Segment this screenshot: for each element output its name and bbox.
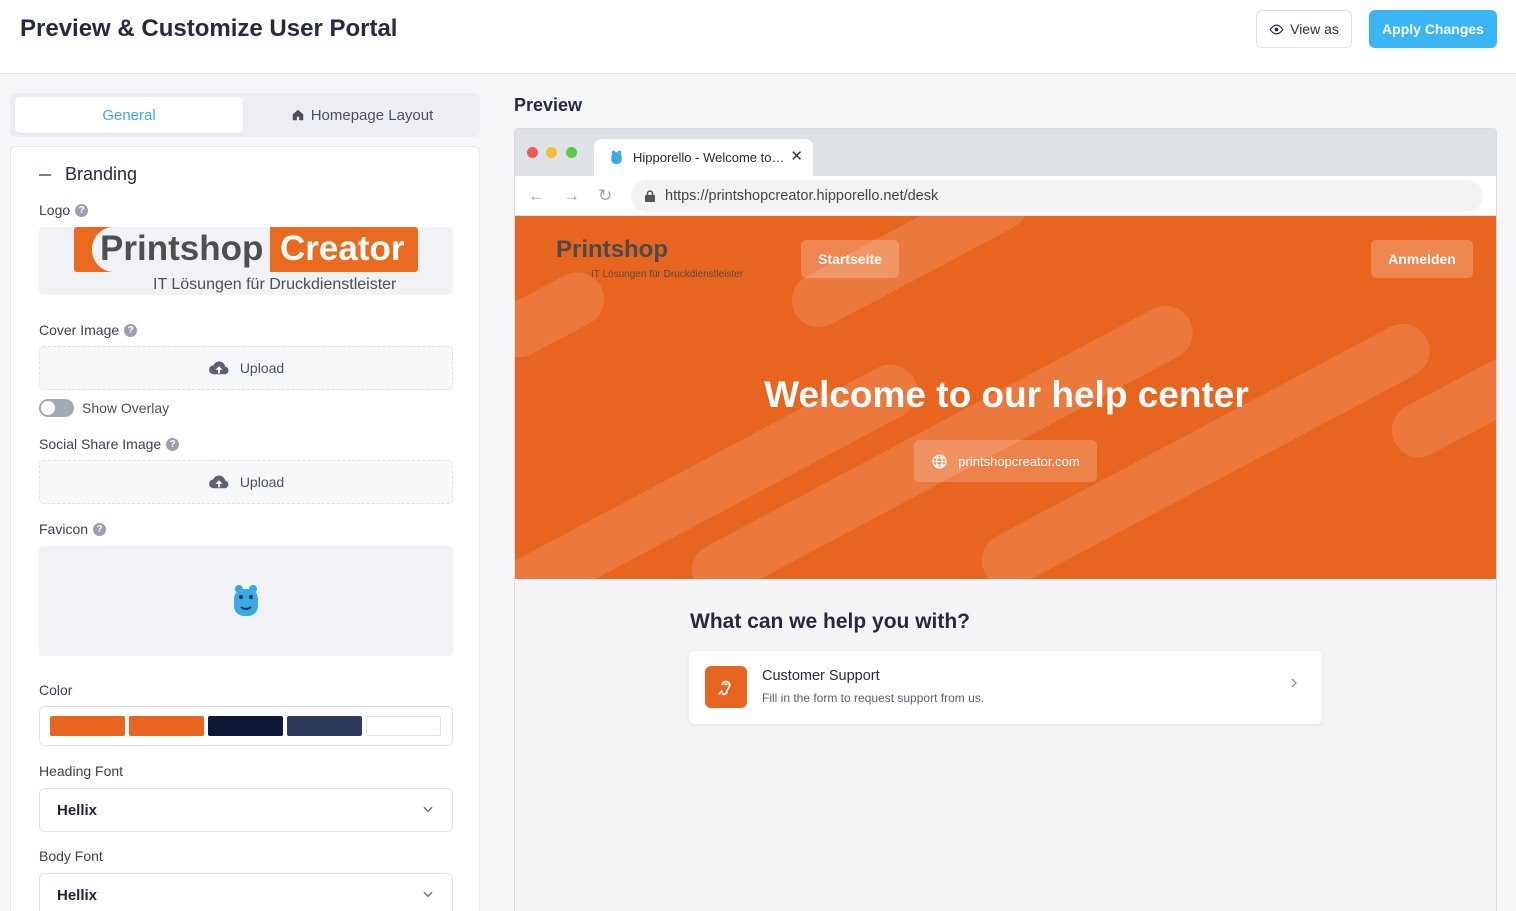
color-swatch-1[interactable] (50, 716, 125, 736)
heading-font-select[interactable]: Hellix (39, 788, 453, 832)
portal-logo-text: Printshop (556, 236, 668, 263)
favicon-label: Favicon ? (39, 521, 107, 537)
website-link[interactable]: printshopcreator.com (914, 440, 1097, 482)
apply-changes-button[interactable]: Apply Changes (1369, 10, 1497, 48)
nav-startseite-button[interactable]: Startseite (801, 240, 899, 278)
social-upload-label: Upload (239, 474, 285, 490)
globe-icon (932, 453, 947, 469)
tab-homepage-layout[interactable]: Homepage Layout (248, 97, 476, 133)
favicon-label-text: Favicon (39, 521, 89, 537)
body-font-label: Body Font (39, 848, 103, 864)
card-title: Customer Support (762, 668, 880, 684)
reload-icon: ↻ (598, 186, 613, 205)
color-swatch-3[interactable] (208, 716, 283, 736)
logo-text-printshop: Printshop (100, 229, 264, 268)
tab-general[interactable]: General (15, 97, 243, 133)
help-heading: What can we help you with? (690, 610, 971, 633)
customer-support-card[interactable]: Customer Support Fill in the form to req… (689, 651, 1322, 724)
show-overlay-label: Show Overlay (82, 400, 170, 416)
portal-hero: Printshop IT Lösungen für Druckdienstlei… (515, 216, 1496, 579)
collapse-icon (39, 173, 51, 176)
settings-tabs: General Homepage Layout (10, 93, 480, 137)
browser-tab: Hipporello - Welcome to… ✕ (594, 139, 813, 176)
color-palette (39, 706, 453, 746)
url-field: https://printshopcreator.hipporello.net/… (631, 180, 1483, 212)
logo-tagline: IT Lösungen für Druckdienstleister (153, 276, 397, 293)
lock-icon (645, 190, 655, 202)
view-as-button[interactable]: View as (1256, 10, 1352, 48)
logo-preview[interactable]: Printshop Creator IT Lösungen für Druckd… (39, 227, 453, 295)
cover-image-label: Cover Image ? (39, 322, 138, 338)
close-tab-icon: ✕ (790, 148, 803, 165)
branding-panel: Branding Logo ? Printshop Creator IT Lös… (10, 146, 480, 911)
browser-tab-bar: Hipporello - Welcome to… ✕ (515, 129, 1496, 176)
color-swatch-4[interactable] (287, 716, 362, 736)
chevron-down-icon (423, 806, 433, 813)
preview-title: Preview (514, 95, 583, 115)
browser-tab-title: Hipporello - Welcome to… (633, 150, 785, 165)
close-window-dot (527, 147, 538, 158)
hippo-favicon-icon (611, 150, 622, 164)
heading-font-value: Hellix (57, 801, 98, 819)
cover-image-upload[interactable]: Upload (39, 346, 453, 390)
tab-homepage-layout-label: Homepage Layout (310, 106, 434, 124)
help-icon[interactable]: ? (166, 437, 180, 451)
logo-text-creator: Creator (280, 229, 405, 268)
hearing-icon (705, 666, 747, 708)
color-swatch-5[interactable] (366, 716, 441, 736)
nav-anmelden-button[interactable]: Anmelden (1371, 240, 1473, 278)
minimize-window-dot (546, 147, 557, 158)
hippo-favicon-icon (234, 585, 258, 616)
chevron-down-icon (423, 891, 433, 898)
chevron-right-icon (1291, 678, 1297, 688)
tab-general-label: General (102, 106, 156, 124)
cloud-upload-icon (208, 361, 229, 375)
help-icon[interactable]: ? (124, 323, 138, 337)
logo-label: Logo ? (39, 202, 89, 218)
cover-image-label-text: Cover Image (39, 322, 120, 338)
cover-upload-label: Upload (239, 360, 285, 376)
home-edit-icon (292, 109, 303, 121)
card-description: Fill in the form to request support from… (762, 691, 985, 705)
color-label: Color (39, 682, 73, 698)
url-text: https://printshopcreator.hipporello.net/… (665, 188, 939, 204)
social-share-label: Social Share Image ? (39, 436, 180, 452)
page-title: Preview & Customize User Portal (20, 15, 398, 42)
browser-address-bar: ← → ↻ https://printshopcreator.hipporell… (515, 176, 1496, 216)
cloud-upload-icon (208, 475, 229, 489)
logo-brand-block: Printshop Creator (74, 227, 418, 272)
social-share-label-text: Social Share Image (39, 436, 162, 452)
body-font-value: Hellix (57, 886, 98, 904)
top-bar: Preview & Customize User Portal View as … (0, 0, 1516, 74)
portal-logo-tagline: IT Lösungen für Druckdienstleister (591, 269, 744, 280)
social-share-upload[interactable]: Upload (39, 460, 453, 504)
heading-font-label: Heading Font (39, 763, 124, 779)
favicon-preview[interactable] (39, 546, 453, 656)
color-swatch-2[interactable] (129, 716, 204, 736)
view-as-label: View as (1290, 21, 1339, 37)
forward-arrow-icon: → (563, 186, 580, 205)
body-font-select[interactable]: Hellix (39, 873, 453, 911)
hero-title: Welcome to our help center (764, 374, 1249, 415)
website-link-text: printshopcreator.com (958, 453, 1080, 469)
logo-label-text: Logo (39, 202, 71, 218)
show-overlay-toggle[interactable] (39, 399, 74, 417)
help-icon[interactable]: ? (93, 522, 107, 536)
branding-section-header[interactable]: Branding (39, 164, 137, 185)
back-arrow-icon: ← (528, 186, 545, 205)
help-icon[interactable]: ? (75, 203, 89, 217)
browser-preview: Hipporello - Welcome to… ✕ ← → ↻ https:/… (514, 128, 1497, 911)
maximize-window-dot (566, 147, 577, 158)
branding-title: Branding (65, 164, 138, 184)
eye-icon (1269, 23, 1284, 35)
